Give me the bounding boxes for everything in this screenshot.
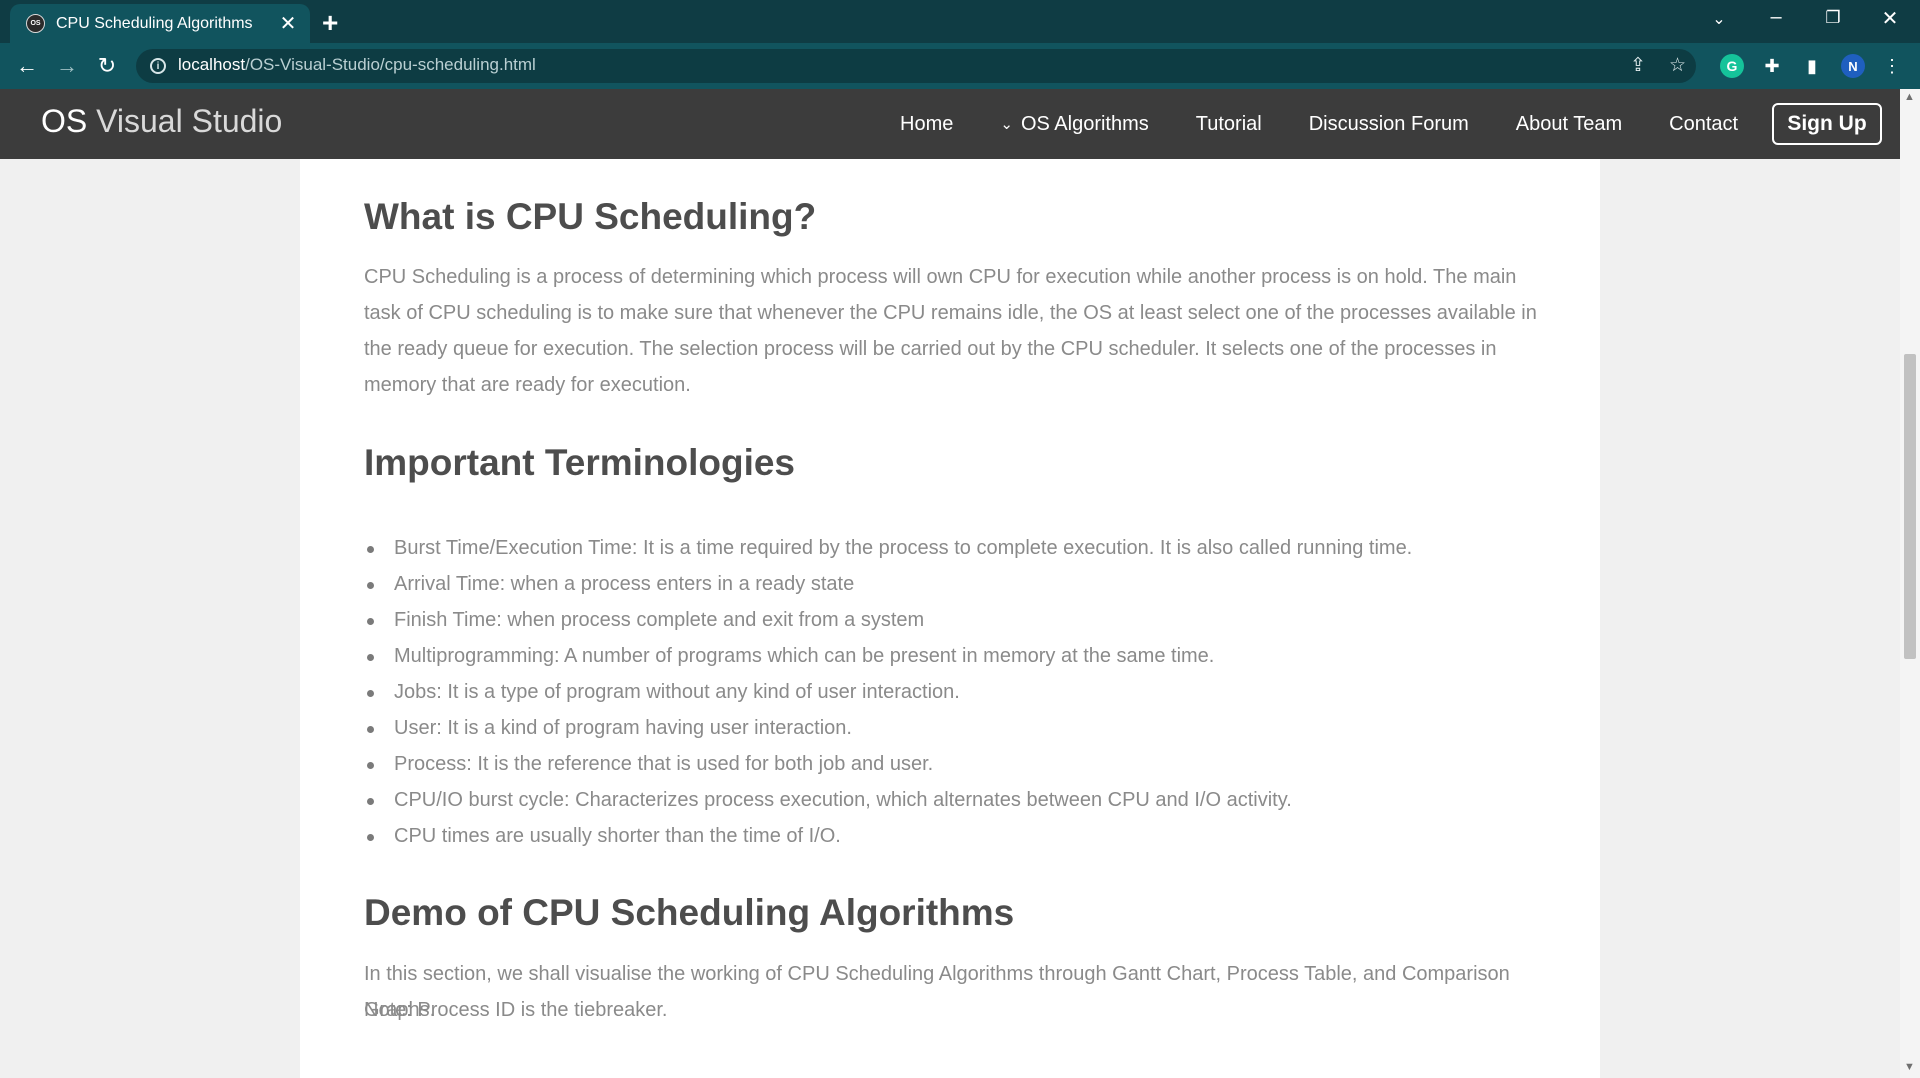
reload-icon[interactable]: ↻ — [92, 51, 122, 81]
new-tab-icon[interactable]: + — [322, 7, 338, 39]
browser-menu-icon[interactable]: ⋮ — [1880, 54, 1904, 78]
brand-os: OS — [41, 103, 88, 139]
nav-tutorial[interactable]: Tutorial — [1196, 113, 1262, 136]
extensions-puzzle-icon[interactable]: ✚ — [1760, 54, 1784, 78]
share-icon[interactable]: ⇪ — [1630, 54, 1646, 77]
heading-important-terminologies: Important Terminologies — [364, 442, 796, 483]
nav-home[interactable]: Home — [900, 113, 953, 136]
list-item: Arrival Time: when a process enters in a… — [366, 566, 1412, 602]
list-item: Multiprogramming: A number of programs w… — [366, 638, 1412, 674]
window-close-icon[interactable]: ✕ — [1870, 6, 1910, 31]
tab-search-icon[interactable]: ⌄ — [1699, 9, 1739, 29]
minimize-icon[interactable]: – — [1756, 6, 1796, 29]
list-item: Burst Time/Execution Time: It is a time … — [366, 530, 1412, 566]
side-panel-icon[interactable]: ▮ — [1800, 54, 1824, 78]
browser-toolbar: ← → ↻ i localhost/OS-Visual-Studio/cpu-s… — [0, 43, 1920, 89]
browser-tab[interactable]: OS CPU Scheduling Algorithms ✕ — [10, 4, 310, 43]
heading-what-is-cpu-scheduling: What is CPU Scheduling? — [364, 196, 817, 237]
heading-demo-cpu-scheduling: Demo of CPU Scheduling Algorithms — [364, 892, 1015, 933]
browser-tab-strip: OS CPU Scheduling Algorithms ✕ + ⌄ – ❐ ✕ — [0, 0, 1920, 43]
nav-os-algorithms[interactable]: ⌄ OS Algorithms — [1000, 113, 1148, 136]
site-brand[interactable]: OS Visual Studio — [41, 103, 282, 140]
scrollbar-thumb[interactable] — [1904, 354, 1916, 659]
grammarly-extension-icon[interactable]: G — [1720, 54, 1744, 78]
scroll-up-icon[interactable]: ▲ — [1904, 91, 1915, 103]
nav-about-team[interactable]: About Team — [1516, 113, 1622, 136]
nav-links: Home ⌄ OS Algorithms Tutorial Discussion … — [900, 89, 1785, 159]
bookmark-star-icon[interactable]: ☆ — [1669, 54, 1686, 77]
list-item: Jobs: It is a type of program without an… — [366, 674, 1412, 710]
site-info-icon[interactable]: i — [150, 58, 166, 74]
sign-up-button[interactable]: Sign Up — [1772, 103, 1882, 145]
list-item: User: It is a kind of program having use… — [366, 710, 1412, 746]
paragraph-cpu-scheduling: CPU Scheduling is a process of determini… — [364, 266, 1537, 396]
tab-title: CPU Scheduling Algorithms — [56, 14, 253, 32]
close-tab-icon[interactable]: ✕ — [278, 11, 298, 36]
url-host: localhost — [178, 55, 246, 74]
profile-avatar[interactable]: N — [1841, 54, 1865, 78]
nav-os-algorithms-label: OS Algorithms — [1020, 112, 1149, 135]
chevron-down-icon: ⌄ — [1000, 116, 1013, 133]
list-item: CPU/IO burst cycle: Characterizes proces… — [366, 782, 1412, 818]
restore-icon[interactable]: ❐ — [1813, 8, 1853, 28]
scroll-down-icon[interactable]: ▼ — [1904, 1061, 1915, 1073]
brand-name: Visual Studio — [87, 103, 283, 139]
terminology-list: Burst Time/Execution Time: It is a time … — [366, 530, 1412, 854]
back-arrow-icon[interactable]: ← — [12, 51, 42, 81]
nav-contact[interactable]: Contact — [1669, 113, 1738, 136]
url-text[interactable]: localhost/OS-Visual-Studio/cpu-schedulin… — [178, 55, 536, 75]
site-favicon-icon: OS — [26, 14, 45, 33]
address-bar[interactable]: i localhost/OS-Visual-Studio/cpu-schedul… — [136, 49, 1696, 83]
list-item: CPU times are usually shorter than the t… — [366, 818, 1412, 854]
site-navbar: OS Visual Studio Home ⌄ OS Algorithms Tut… — [0, 89, 1900, 159]
list-item: Finish Time: when process complete and e… — [366, 602, 1412, 638]
list-item: Process: It is the reference that is use… — [366, 746, 1412, 782]
page-scrollbar[interactable]: ▲ ▼ — [1900, 89, 1920, 1078]
url-path: /OS-Visual-Studio/cpu-scheduling.html — [245, 55, 536, 74]
nav-discussion-forum[interactable]: Discussion Forum — [1309, 113, 1469, 136]
paragraph-demo-note: Note: Process ID is the tiebreaker. — [364, 999, 668, 1021]
forward-arrow-icon[interactable]: → — [52, 51, 82, 81]
